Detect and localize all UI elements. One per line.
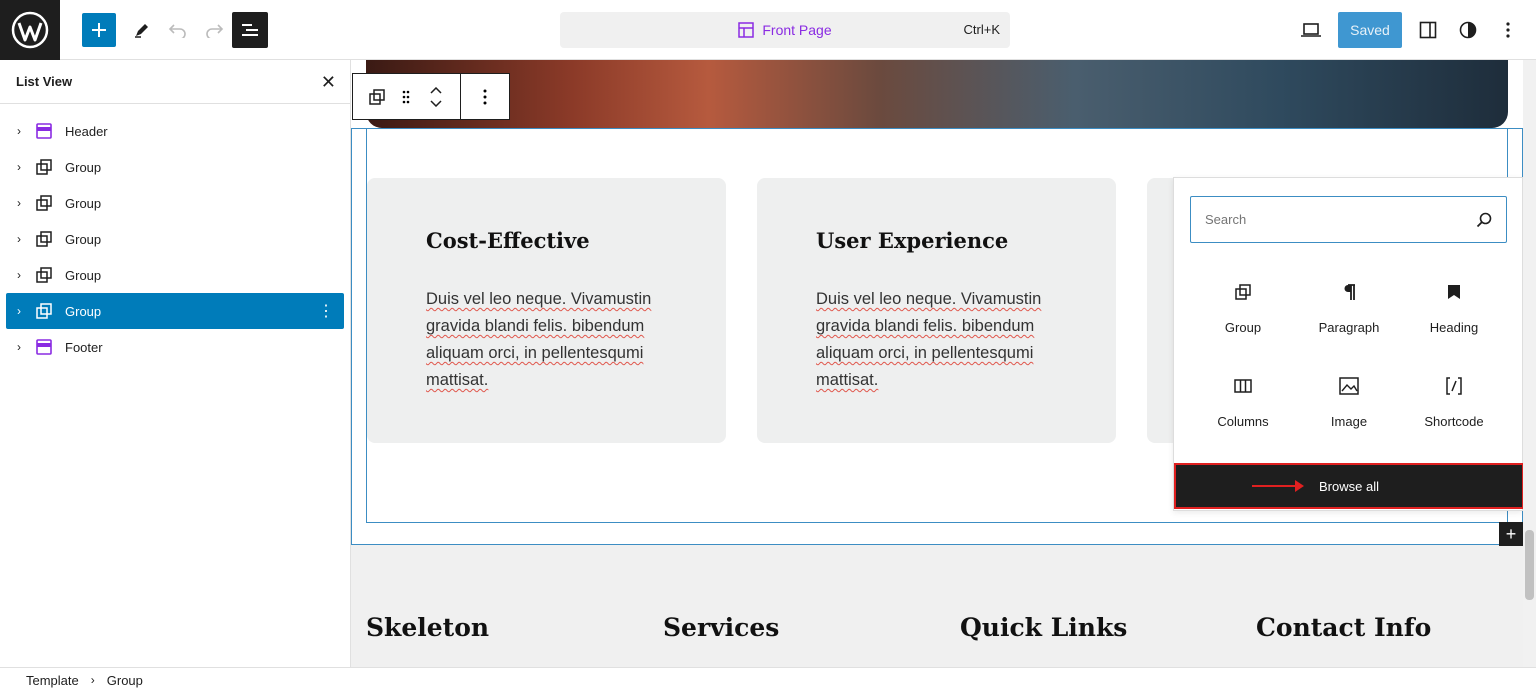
saved-button[interactable]: Saved <box>1338 12 1402 48</box>
group-icon[interactable] <box>353 74 401 119</box>
chevron-right-icon[interactable]: › <box>6 340 32 354</box>
list-view-item[interactable]: › Group <box>6 149 344 185</box>
block-option-label: Paragraph <box>1318 320 1380 335</box>
list-view-toggle-icon[interactable] <box>232 12 268 48</box>
breadcrumb-item[interactable]: Template <box>26 673 79 688</box>
list-view-item-label: Group <box>65 195 102 211</box>
paragraph-icon <box>1342 280 1356 304</box>
quick-inserter-popover: Group Paragraph Heading Columns Image Sh… <box>1173 177 1524 511</box>
list-view-item[interactable]: › Group <box>6 185 344 221</box>
breadcrumb-item[interactable]: Group <box>107 673 143 688</box>
more-options-icon[interactable] <box>461 74 509 119</box>
group-icon <box>1234 280 1252 304</box>
block-option-label: Columns <box>1217 414 1269 429</box>
command-palette-bar[interactable]: Front Page Ctrl+K <box>560 12 1010 48</box>
block-option-label: Group <box>1224 320 1262 335</box>
list-view-item[interactable]: › Header <box>6 113 344 149</box>
search-field[interactable] <box>1190 196 1507 243</box>
footer-heading[interactable]: Services <box>663 613 779 642</box>
device-preview-icon[interactable] <box>1293 12 1329 48</box>
list-view-item-label: Group <box>65 159 102 175</box>
settings-sidebar-icon[interactable] <box>1410 12 1446 48</box>
browse-all-button[interactable]: Browse all <box>1174 463 1524 509</box>
keyboard-shortcut: Ctrl+K <box>963 22 1000 37</box>
card-body[interactable]: Duis vel leo neque. Vivamustin gravida b… <box>816 286 1091 394</box>
columns-icon <box>1234 374 1252 398</box>
breadcrumb: Template › Group <box>0 667 1536 692</box>
wordpress-logo-icon[interactable] <box>0 0 60 60</box>
list-view-item[interactable]: › Group <box>6 257 344 293</box>
card-title[interactable]: User Experience <box>816 228 1008 253</box>
block-option-label: Heading <box>1429 320 1479 335</box>
template-part-icon <box>35 122 53 140</box>
block-option-image[interactable]: Image <box>1296 372 1402 452</box>
add-block-plus-icon[interactable]: + <box>1499 522 1523 546</box>
block-option-group[interactable]: Group <box>1190 278 1296 358</box>
heading-icon <box>1447 280 1461 304</box>
redo-icon[interactable] <box>196 12 232 48</box>
chevron-right-icon[interactable]: › <box>6 304 32 318</box>
options-menu-icon[interactable] <box>1490 12 1526 48</box>
chevron-right-icon[interactable]: › <box>6 124 32 138</box>
feature-card[interactable]: User Experience Duis vel leo neque. Viva… <box>757 178 1116 443</box>
list-view-item[interactable]: › Group <box>6 221 344 257</box>
feature-card[interactable]: Cost-Effective Duis vel leo neque. Vivam… <box>367 178 726 443</box>
block-option-paragraph[interactable]: Paragraph <box>1296 278 1402 358</box>
document-title: Front Page <box>560 12 1010 48</box>
footer-heading[interactable]: Quick Links <box>960 613 1127 642</box>
browse-all-label: Browse all <box>1319 478 1379 494</box>
close-icon[interactable]: ✕ <box>321 73 336 91</box>
move-up-down-icon[interactable] <box>411 74 461 119</box>
search-input[interactable] <box>1205 212 1445 227</box>
block-option-columns[interactable]: Columns <box>1190 372 1296 452</box>
list-view-item-label: Footer <box>65 339 103 355</box>
list-view-item-label: Header <box>65 123 108 139</box>
block-option-label: Image <box>1330 414 1368 429</box>
block-toolbar <box>352 73 510 120</box>
list-view-item-label: Group <box>65 231 102 247</box>
chevron-right-icon: › <box>90 673 95 687</box>
add-block-button[interactable] <box>82 13 116 47</box>
footer-heading[interactable]: Contact Info <box>1256 613 1431 642</box>
document-title-text: Front Page <box>762 22 832 38</box>
shortcode-icon <box>1445 374 1463 398</box>
chevron-right-icon[interactable]: › <box>6 268 32 282</box>
group-icon <box>35 194 53 212</box>
list-view-item[interactable]: › Group ⋮ <box>6 293 344 329</box>
pencil-icon[interactable] <box>124 12 160 48</box>
top-toolbar: Front Page Ctrl+K Saved <box>0 0 1536 60</box>
group-icon <box>35 266 53 284</box>
block-option-heading[interactable]: Heading <box>1401 278 1507 358</box>
chevron-right-icon[interactable]: › <box>6 160 32 174</box>
block-option-shortcode[interactable]: Shortcode <box>1401 372 1507 452</box>
list-view-title: List View <box>16 74 73 89</box>
image-icon <box>1339 374 1359 398</box>
search-icon <box>1476 212 1492 227</box>
chevron-right-icon[interactable]: › <box>6 232 32 246</box>
template-icon <box>738 22 755 38</box>
card-body[interactable]: Duis vel leo neque. Vivamustin gravida b… <box>426 286 701 394</box>
chevron-right-icon[interactable]: › <box>6 196 32 210</box>
arrow-right-icon <box>1252 480 1304 492</box>
group-icon <box>35 230 53 248</box>
scroll-thumb[interactable] <box>1525 530 1534 600</box>
undo-icon[interactable] <box>160 12 196 48</box>
group-icon <box>35 302 53 320</box>
more-options-icon[interactable]: ⋮ <box>318 301 334 321</box>
list-view-header: List View ✕ <box>0 60 350 104</box>
list-view-item[interactable]: › Footer <box>6 329 344 365</box>
block-option-label: Shortcode <box>1424 414 1484 429</box>
footer-area: Skeleton Services Quick Links Contact In… <box>351 545 1523 667</box>
group-icon <box>35 158 53 176</box>
styles-icon[interactable] <box>1450 12 1486 48</box>
hero-image[interactable] <box>366 60 1508 128</box>
list-view-item-label: Group <box>65 303 102 319</box>
template-part-icon <box>35 338 53 356</box>
card-title[interactable]: Cost-Effective <box>426 228 590 253</box>
drag-handle-icon[interactable] <box>401 74 411 119</box>
list-view-item-label: Group <box>65 267 102 283</box>
footer-heading[interactable]: Skeleton <box>366 613 489 642</box>
list-view-sidebar: List View ✕ › Header › Group › Group › Group › Gr… <box>0 60 351 667</box>
canvas-scrollbar[interactable] <box>1523 60 1536 667</box>
